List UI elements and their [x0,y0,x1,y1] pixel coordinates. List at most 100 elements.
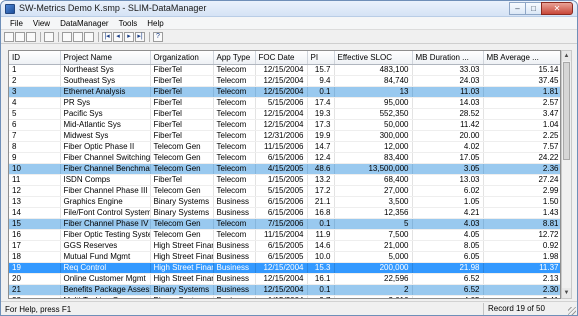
cell-id[interactable]: 16 [9,229,61,241]
cell-mb-average[interactable]: 15.14 [483,64,560,76]
cell-app-type[interactable]: Telecom [213,86,256,98]
cell-mb-average[interactable]: 3.47 [483,108,560,120]
cell-mb-average[interactable]: 7.57 [483,141,560,153]
cell-effective-sloc[interactable]: 2 [334,284,413,296]
cell-foc-date[interactable]: 12/15/2004 [255,262,308,274]
cell-project-name[interactable]: Fiber Channel Benchmark [60,163,151,175]
cell-effective-sloc[interactable]: 200,000 [334,262,413,274]
cell-app-type[interactable]: Telecom [213,174,256,186]
cell-mb-average[interactable]: 1.43 [483,207,560,219]
cell-id[interactable]: 7 [9,130,61,142]
menu-file[interactable]: File [5,19,28,28]
cell-project-name[interactable]: Ethernet Analysis [60,86,151,98]
cell-app-type[interactable]: Business [213,262,256,274]
cell-foc-date[interactable]: 6/15/2006 [255,207,308,219]
table-row[interactable]: 17GGS ReservesHigh Street FinancialBusin… [9,240,560,252]
table-row[interactable]: 8 Fiber Optic Phase II Telecom Gen Telecom 1… [9,141,560,153]
scroll-up-icon[interactable]: ▲ [562,51,571,61]
cell-foc-date[interactable]: 12/15/2004 [255,119,308,131]
cell-organization[interactable]: Telecom Gen [150,229,214,241]
cell-mb-duration[interactable]: 33.03 [412,64,484,76]
cell-foc-date[interactable]: 11/15/2006 [255,141,308,153]
cell-mb-duration[interactable]: 11.42 [412,119,484,131]
cell-foc-date[interactable]: 5/15/2006 [255,97,308,109]
cell-app-type[interactable]: Business [213,295,256,298]
cell-mb-duration[interactable]: 6.02 [412,185,484,197]
cell-effective-sloc[interactable]: 21,000 [334,240,413,252]
cell-organization[interactable]: FiberTel [150,108,214,120]
column-header-project-name[interactable]: Project Name [60,51,151,65]
resize-grip-icon[interactable] [568,307,576,315]
cell-project-name[interactable]: ISDN Comps [60,174,151,186]
cell-mb-average[interactable]: 2.36 [483,163,560,175]
table-row[interactable]: 5 Pacific Sys FiberTel Telecom 12/15/2004 19.… [9,108,560,120]
cell-id[interactable]: 5 [9,108,61,120]
cell-mb-duration[interactable]: 4.05 [412,229,484,241]
cell-pi[interactable]: 17.4 [307,97,335,109]
table-row[interactable]: 10 Fiber Channel Benchmark Telecom Gen Tele… [9,163,560,175]
cell-foc-date[interactable]: 6/15/2006 [255,152,308,164]
cell-mb-average[interactable]: 2.99 [483,185,560,197]
cell-id[interactable]: 9 [9,152,61,164]
cell-app-type[interactable]: Telecom [213,75,256,87]
cell-app-type[interactable]: Telecom [213,185,256,197]
cell-mb-duration[interactable]: 8.05 [412,240,484,252]
cell-id[interactable]: 2 [9,75,61,87]
scroll-thumb[interactable] [563,62,570,160]
cell-mb-duration[interactable]: 3.05 [412,163,484,175]
cell-project-name[interactable]: Fiber Channel Phase III [60,185,151,197]
cell-mb-average[interactable]: 37.45 [483,75,560,87]
cell-app-type[interactable]: Telecom [213,64,256,76]
cell-effective-sloc[interactable]: 3,500 [334,196,413,208]
cell-app-type[interactable]: Business [213,284,256,296]
cell-organization[interactable]: Telecom Gen [150,163,214,175]
cell-foc-date[interactable]: 6/15/2005 [255,240,308,252]
cell-foc-date[interactable]: 6/15/2005 [255,251,308,263]
first-record-icon[interactable]: |◂ [102,31,112,42]
cell-id[interactable]: 17 [9,240,61,252]
maximize-button[interactable]: □ [525,2,542,15]
table-row[interactable]: 11 ISDN Comps FiberTel Telecom 1/15/2005 13.2… [9,174,560,186]
cell-pi[interactable]: 19.9 [307,130,335,142]
cell-project-name[interactable]: Fiber Channel Phase IV [60,218,151,230]
cell-effective-sloc[interactable]: 12,000 [334,141,413,153]
cell-project-name[interactable]: Fiber Channel Switching [60,152,151,164]
cell-organization[interactable]: Binary Systems [150,207,214,219]
cell-id[interactable]: 14 [9,207,61,219]
menu-tools[interactable]: Tools [114,19,143,28]
cell-pi[interactable]: 0.1 [307,218,335,230]
cell-pi[interactable]: 9.7 [307,295,335,298]
cell-app-type[interactable]: Telecom [213,119,256,131]
open-folder-icon[interactable] [15,31,25,42]
cell-organization[interactable]: Binary Systems [150,196,214,208]
minimize-button[interactable]: – [509,2,526,15]
cell-pi[interactable]: 0.1 [307,86,335,98]
column-header-pi[interactable]: PI [307,51,335,65]
cell-mb-average[interactable]: 8.81 [483,218,560,230]
cell-pi[interactable]: 16.8 [307,207,335,219]
cell-id[interactable]: 15 [9,218,61,230]
cell-project-name[interactable]: Southeast Sys [60,75,151,87]
cell-effective-sloc[interactable]: 7,500 [334,229,413,241]
vertical-scrollbar[interactable]: ▲ ▼ [561,50,572,299]
cell-app-type[interactable]: Telecom [213,152,256,164]
cell-project-name[interactable]: File/Font Control System [60,207,151,219]
cell-id[interactable]: 4 [9,97,61,109]
cell-foc-date[interactable]: 12/15/2004 [255,64,308,76]
cell-mb-average[interactable]: 1.98 [483,251,560,263]
cell-pi[interactable]: 14.7 [307,141,335,153]
cell-app-type[interactable]: Business [213,240,256,252]
cell-id[interactable]: 8 [9,141,61,153]
cell-foc-date[interactable]: 4/15/2005 [255,163,308,175]
column-header-effective-sloc[interactable]: Effective SLOC [334,51,413,65]
cell-organization[interactable]: High Street Financial [150,273,214,285]
cell-pi[interactable]: 9.4 [307,75,335,87]
cell-organization[interactable]: High Street Financial [150,262,214,274]
cell-foc-date[interactable]: 12/15/2004 [255,75,308,87]
cell-mb-duration[interactable]: 13.03 [412,174,484,186]
cell-mb-average[interactable]: 2.25 [483,130,560,142]
column-header-id[interactable]: ID [9,51,61,65]
cell-mb-average[interactable]: 27.24 [483,174,560,186]
cell-effective-sloc[interactable]: 13,500,000 [334,163,413,175]
cell-organization[interactable]: Telecom Gen [150,218,214,230]
